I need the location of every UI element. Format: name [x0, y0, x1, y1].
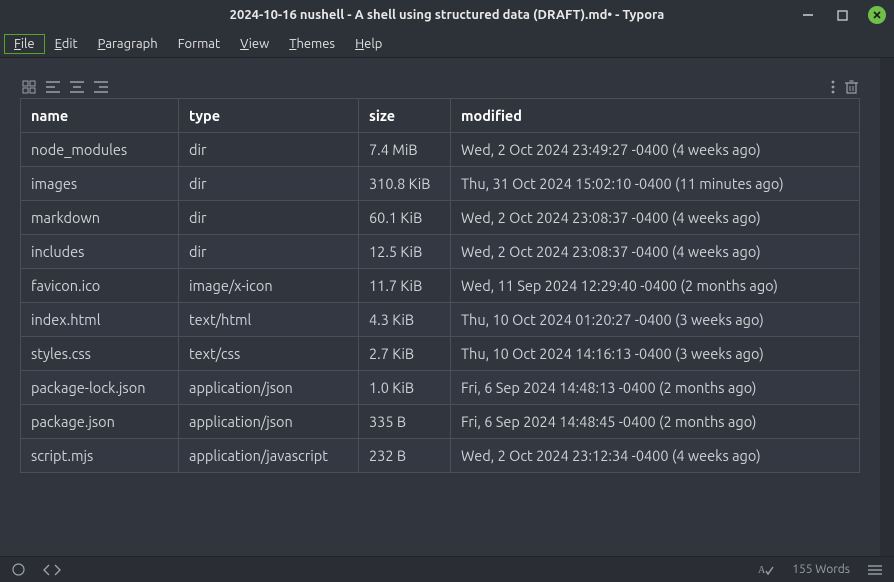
cell-name[interactable]: package-lock.json	[21, 371, 179, 405]
cell-modified[interactable]: Fri, 6 Sep 2024 14:48:45 -0400 (2 months…	[451, 405, 860, 439]
cell-size[interactable]: 7.4 MiB	[359, 133, 451, 167]
cell-size[interactable]: 1.0 KiB	[359, 371, 451, 405]
window-titlebar: 2024-10-16 nushell - A shell using struc…	[0, 0, 894, 30]
menu-paragraph[interactable]: Paragraph	[88, 34, 168, 54]
source-code-mode-icon[interactable]	[43, 564, 61, 576]
vertical-scrollbar[interactable]	[880, 58, 894, 556]
menu-format[interactable]: Format	[168, 34, 230, 54]
menu-themes[interactable]: Themes	[279, 34, 345, 54]
cell-type[interactable]: dir	[179, 133, 359, 167]
statusbar: A 155 Words	[0, 556, 894, 582]
align-left-icon[interactable]	[46, 81, 60, 93]
cell-name[interactable]: includes	[21, 235, 179, 269]
window-title: 2024-10-16 nushell - A shell using struc…	[230, 8, 665, 22]
table-row[interactable]: imagesdir310.8 KiBThu, 31 Oct 2024 15:02…	[21, 167, 860, 201]
cell-name[interactable]: markdown	[21, 201, 179, 235]
cell-modified[interactable]: Wed, 2 Oct 2024 23:12:34 -0400 (4 weeks …	[451, 439, 860, 473]
cell-name[interactable]: package.json	[21, 405, 179, 439]
align-right-icon[interactable]	[94, 81, 108, 93]
table-row[interactable]: styles.csstext/css2.7 KiBThu, 10 Oct 202…	[21, 337, 860, 371]
word-count[interactable]: 155 Words	[792, 563, 850, 576]
column-header-size[interactable]: size	[359, 99, 451, 133]
align-center-icon[interactable]	[70, 81, 84, 93]
editor-area[interactable]: nametypesizemodified node_modulesdir7.4 …	[0, 58, 894, 556]
menu-help[interactable]: Help	[345, 34, 392, 54]
cell-modified[interactable]: Fri, 6 Sep 2024 14:48:13 -0400 (2 months…	[451, 371, 860, 405]
cell-type[interactable]: application/javascript	[179, 439, 359, 473]
cell-size[interactable]: 232 B	[359, 439, 451, 473]
column-header-name[interactable]: name	[21, 99, 179, 133]
table-row[interactable]: script.mjsapplication/javascript232 BWed…	[21, 439, 860, 473]
cell-name[interactable]: index.html	[21, 303, 179, 337]
column-header-modified[interactable]: modified	[451, 99, 860, 133]
table-row[interactable]: favicon.icoimage/x-icon11.7 KiBWed, 11 S…	[21, 269, 860, 303]
cell-name[interactable]: favicon.ico	[21, 269, 179, 303]
cell-modified[interactable]: Thu, 10 Oct 2024 14:16:13 -0400 (3 weeks…	[451, 337, 860, 371]
cell-type[interactable]: application/json	[179, 405, 359, 439]
table-row[interactable]: includesdir12.5 KiBWed, 2 Oct 2024 23:08…	[21, 235, 860, 269]
cell-type[interactable]: application/json	[179, 371, 359, 405]
table-row[interactable]: node_modulesdir7.4 MiBWed, 2 Oct 2024 23…	[21, 133, 860, 167]
cell-modified[interactable]: Wed, 2 Oct 2024 23:49:27 -0400 (4 weeks …	[451, 133, 860, 167]
cell-modified[interactable]: Wed, 11 Sep 2024 12:29:40 -0400 (2 month…	[451, 269, 860, 303]
column-header-type[interactable]: type	[179, 99, 359, 133]
svg-text:A: A	[758, 565, 766, 576]
cell-size[interactable]: 60.1 KiB	[359, 201, 451, 235]
minimize-button[interactable]	[800, 7, 816, 23]
window-controls	[800, 0, 886, 30]
maximize-button[interactable]	[834, 7, 850, 23]
table-row[interactable]: markdowndir60.1 KiBWed, 2 Oct 2024 23:08…	[21, 201, 860, 235]
table-row[interactable]: package.jsonapplication/json335 BFri, 6 …	[21, 405, 860, 439]
close-button[interactable]	[868, 6, 886, 24]
cell-type[interactable]: dir	[179, 167, 359, 201]
cell-name[interactable]: images	[21, 167, 179, 201]
resize-table-icon[interactable]	[22, 80, 36, 94]
statusbar-menu-icon[interactable]	[868, 565, 882, 575]
menu-view[interactable]: View	[230, 34, 279, 54]
table-row[interactable]: package-lock.jsonapplication/json1.0 KiB…	[21, 371, 860, 405]
cell-modified[interactable]: Thu, 31 Oct 2024 15:02:10 -0400 (11 minu…	[451, 167, 860, 201]
cell-size[interactable]: 335 B	[359, 405, 451, 439]
cell-modified[interactable]: Wed, 2 Oct 2024 23:08:37 -0400 (4 weeks …	[451, 235, 860, 269]
cell-type[interactable]: text/html	[179, 303, 359, 337]
menu-file[interactable]: File	[4, 34, 45, 54]
cell-type[interactable]: image/x-icon	[179, 269, 359, 303]
sidebar-toggle-icon[interactable]	[12, 563, 25, 576]
cell-name[interactable]: script.mjs	[21, 439, 179, 473]
cell-size[interactable]: 4.3 KiB	[359, 303, 451, 337]
cell-type[interactable]: dir	[179, 201, 359, 235]
delete-table-icon[interactable]	[845, 80, 858, 94]
cell-type[interactable]: text/css	[179, 337, 359, 371]
cell-modified[interactable]: Thu, 10 Oct 2024 01:20:27 -0400 (3 weeks…	[451, 303, 860, 337]
file-listing-table[interactable]: nametypesizemodified node_modulesdir7.4 …	[20, 98, 860, 473]
spellcheck-icon[interactable]: A	[758, 563, 774, 576]
more-menu-icon[interactable]	[831, 80, 835, 94]
cell-size[interactable]: 11.7 KiB	[359, 269, 451, 303]
cell-name[interactable]: styles.css	[21, 337, 179, 371]
cell-modified[interactable]: Wed, 2 Oct 2024 23:08:37 -0400 (4 weeks …	[451, 201, 860, 235]
cell-name[interactable]: node_modules	[21, 133, 179, 167]
cell-type[interactable]: dir	[179, 235, 359, 269]
table-row[interactable]: index.htmltext/html4.3 KiBThu, 10 Oct 20…	[21, 303, 860, 337]
cell-size[interactable]: 12.5 KiB	[359, 235, 451, 269]
menubar: FileEditParagraphFormatViewThemesHelp	[0, 30, 894, 58]
menu-edit[interactable]: Edit	[45, 34, 88, 54]
cell-size[interactable]: 310.8 KiB	[359, 167, 451, 201]
cell-size[interactable]: 2.7 KiB	[359, 337, 451, 371]
table-toolbar	[20, 80, 860, 94]
